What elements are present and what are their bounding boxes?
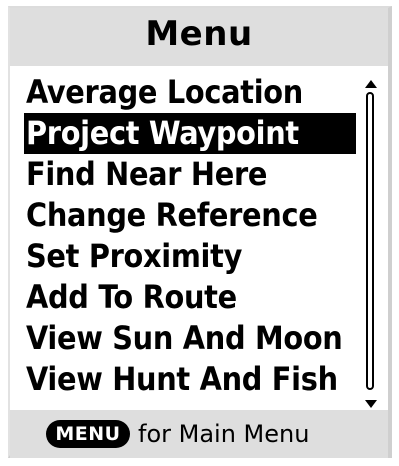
menu-item-label: View Hunt And Fish — [26, 360, 338, 398]
footer-hint: for Main Menu — [138, 420, 310, 448]
menu-item-label: Add To Route — [26, 278, 237, 316]
menu-item-view-sun-and-moon[interactable]: View Sun And Moon — [24, 318, 368, 359]
scroll-rail[interactable] — [366, 92, 374, 390]
menu-item-label: Set Proximity — [26, 237, 243, 275]
menu-item-label: Change Reference — [26, 196, 318, 234]
gps-screen: Menu Average Location Project Waypoint F… — [8, 6, 392, 458]
menu-item-label: Find Near Here — [26, 155, 268, 193]
down-arrow-icon[interactable] — [365, 400, 377, 408]
menu-item-set-proximity[interactable]: Set Proximity — [24, 236, 368, 277]
footer-bar: MENU for Main Menu — [10, 410, 388, 458]
menu-item-change-reference[interactable]: Change Reference — [24, 195, 368, 236]
menu-item-add-to-route[interactable]: Add To Route — [24, 277, 368, 318]
menu-item-label: Project Waypoint — [26, 114, 299, 152]
menu-item-project-waypoint[interactable]: Project Waypoint — [24, 113, 356, 154]
menu-item-label: Average Location — [26, 73, 303, 111]
menu-item-label: View Sun And Moon — [26, 319, 343, 357]
page-title: Menu — [145, 14, 253, 54]
menu-item-average-location[interactable]: Average Location — [24, 72, 368, 113]
menu-item-view-hunt-and-fish[interactable]: View Hunt And Fish — [24, 359, 368, 400]
scrollbar[interactable] — [364, 80, 378, 408]
menu-item-find-near-here[interactable]: Find Near Here — [24, 154, 368, 195]
up-arrow-icon[interactable] — [365, 80, 377, 88]
menu-list: Average Location Project Waypoint Find N… — [10, 66, 388, 410]
menu-key-icon: MENU — [46, 420, 130, 448]
title-bar: Menu — [10, 8, 388, 66]
